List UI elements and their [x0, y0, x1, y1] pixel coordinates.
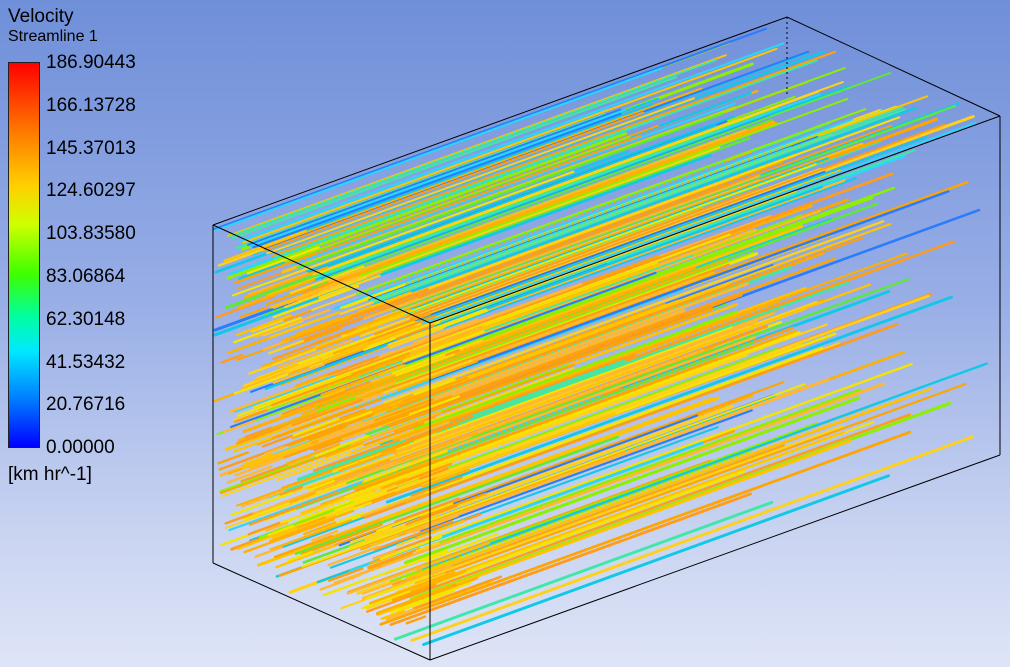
- legend-tick-label: 186.90443: [46, 52, 136, 73]
- graphics-viewport[interactable]: Velocity Streamline 1 186.90443 166.13728…: [0, 0, 1010, 667]
- legend-tick-label: 166.13728: [46, 94, 136, 116]
- streamlines-group: [212, 27, 988, 647]
- legend-tick-label: 62.30148: [46, 308, 126, 330]
- legend-tick-label: 41.53432: [46, 351, 126, 373]
- legend-units: [km hr^-1]: [8, 464, 92, 485]
- legend-tick-label: 83.06864: [46, 266, 126, 287]
- legend-tick-label: 145.37013: [46, 137, 136, 159]
- legend-subtitle: Streamline 1: [8, 28, 98, 45]
- legend-tick-label: 20.76716: [46, 394, 126, 416]
- legend-tick-label: 103.83580: [46, 223, 136, 245]
- legend-title: Velocity: [8, 6, 74, 27]
- legend-tick-label: 124.60297: [46, 180, 136, 202]
- streamline-scene[interactable]: [0, 0, 1010, 667]
- legend-tick-label: 0.00000: [46, 437, 115, 459]
- legend-colorbar: [8, 62, 40, 448]
